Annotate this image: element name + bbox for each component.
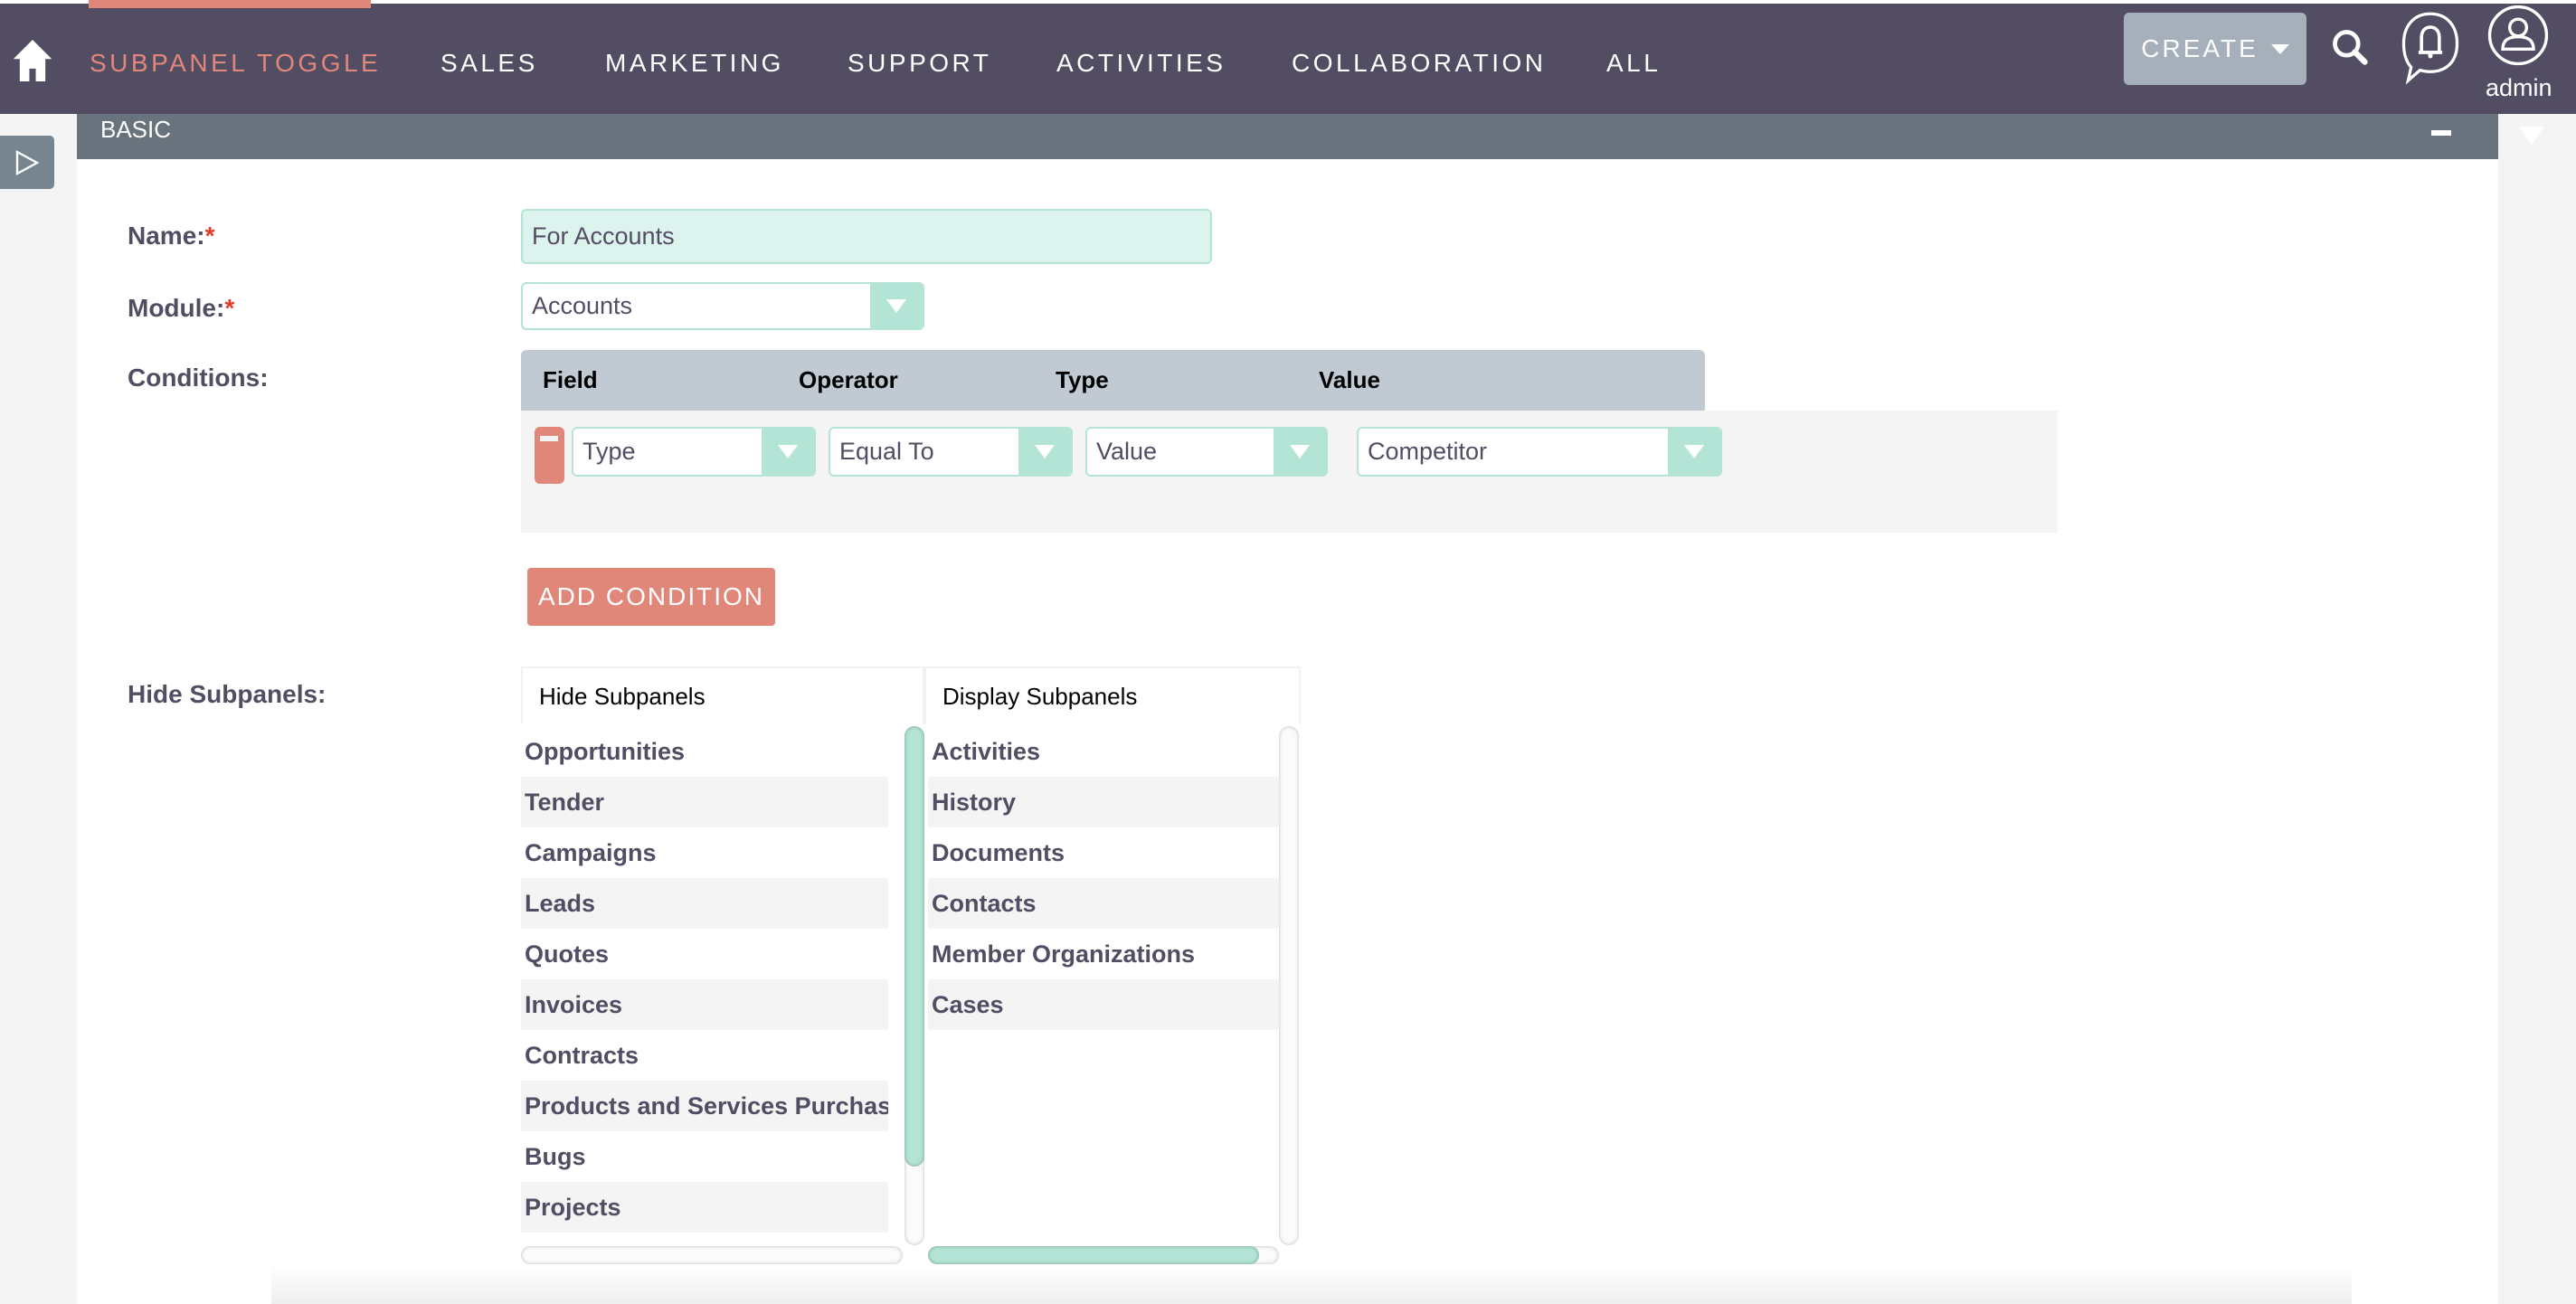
hide-subpanel-item[interactable]: Quotes (521, 929, 888, 979)
dropdown-arrow-icon (1274, 429, 1326, 475)
nav-subpanel-toggle[interactable]: SUBPANEL TOGGLE (90, 49, 381, 78)
user-name[interactable]: admin (2486, 74, 2552, 102)
col-type: Type (1056, 366, 1109, 393)
module-select-value: Accounts (532, 292, 633, 319)
hide-subpanel-item[interactable]: Bugs (521, 1131, 888, 1182)
nav-collaboration[interactable]: COLLABORATION (1292, 49, 1546, 78)
nav-marketing[interactable]: MARKETING (605, 49, 784, 78)
required-asterisk: * (224, 294, 235, 322)
display-subpanel-item[interactable]: Member Organizations (928, 929, 1279, 979)
caret-down-icon (2270, 43, 2289, 54)
active-tab-indicator (89, 0, 371, 8)
collapse-minus-icon[interactable] (2431, 130, 2451, 136)
hide-subpanels-header: Hide Subpanels (521, 666, 924, 724)
add-condition-button[interactable]: ADD CONDITION (527, 568, 775, 626)
panel-title: BASIC (100, 116, 172, 143)
sidebar-toggle-button[interactable] (0, 136, 54, 189)
name-label: Name:* (128, 222, 215, 250)
search-icon[interactable] (2330, 27, 2370, 67)
play-triangle-icon (15, 149, 40, 175)
col-field: Field (543, 366, 598, 393)
conditions-label: Conditions: (128, 364, 269, 392)
hide-subpanel-item[interactable]: Projects (521, 1182, 888, 1233)
condition-type-value: Value (1096, 438, 1158, 465)
nav-all[interactable]: ALL (1606, 49, 1661, 78)
module-select[interactable]: Accounts (521, 282, 924, 330)
display-subpanel-item[interactable]: Contacts (928, 878, 1279, 929)
hide-subpanel-item[interactable]: Leads (521, 878, 888, 929)
conditions-header (521, 350, 1705, 411)
condition-field-select[interactable]: Type (572, 427, 816, 477)
hide-list-scroll-thumb[interactable] (904, 726, 924, 1167)
dropdown-arrow-icon (1668, 429, 1720, 475)
col-value: Value (1319, 366, 1380, 393)
minus-icon (540, 436, 558, 441)
user-avatar-icon[interactable] (2487, 4, 2549, 67)
right-gutter (2498, 114, 2576, 1304)
condition-type-select[interactable]: Value (1085, 427, 1328, 477)
condition-value-select[interactable]: Competitor (1357, 427, 1722, 477)
module-label: Module:* (128, 294, 235, 322)
col-operator: Operator (799, 366, 898, 393)
display-subpanel-item[interactable]: Cases (928, 979, 1279, 1030)
left-gutter (0, 114, 77, 1304)
home-icon[interactable] (13, 40, 52, 81)
create-button[interactable]: CREATE (2124, 13, 2306, 85)
hide-list-horizontal-scrollbar[interactable] (521, 1246, 903, 1264)
notifications-bell-icon[interactable] (2401, 11, 2460, 85)
display-subpanel-item[interactable]: History (928, 777, 1279, 827)
condition-operator-select[interactable]: Equal To (829, 427, 1073, 477)
dropdown-arrow-icon (762, 429, 814, 475)
create-label: CREATE (2141, 34, 2259, 62)
nav-sales[interactable]: SALES (440, 49, 538, 78)
panel-header[interactable] (77, 114, 2498, 159)
display-subpanel-item[interactable]: Documents (928, 827, 1279, 878)
condition-value-value: Competitor (1368, 438, 1488, 465)
display-subpanels-header: Display Subpanels (924, 666, 1301, 724)
hide-subpanel-item[interactable]: Contracts (521, 1030, 888, 1081)
hide-subpanel-item[interactable]: Opportunities (521, 726, 888, 777)
condition-operator-value: Equal To (839, 438, 934, 465)
bottom-shadow (271, 1266, 2352, 1304)
nav-activities[interactable]: ACTIVITIES (1056, 49, 1226, 78)
nav-support[interactable]: SUPPORT (848, 49, 991, 78)
remove-condition-button[interactable] (535, 427, 564, 484)
required-asterisk: * (204, 222, 215, 250)
name-input[interactable] (521, 209, 1212, 264)
display-list-vertical-scrollbar[interactable] (1279, 726, 1299, 1245)
hide-subpanel-item[interactable]: Products and Services Purchased (521, 1081, 888, 1131)
hide-subpanel-item[interactable]: Campaigns (521, 827, 888, 878)
display-subpanel-item[interactable]: Activities (928, 726, 1279, 777)
hide-subpanel-item[interactable]: Invoices (521, 979, 888, 1030)
hide-subpanels-label: Hide Subpanels: (128, 680, 327, 708)
caret-down-icon[interactable] (2519, 127, 2544, 145)
condition-field-value: Type (582, 438, 636, 465)
dropdown-arrow-icon (870, 284, 923, 328)
dropdown-arrow-icon (1018, 429, 1071, 475)
hide-subpanel-item[interactable]: Tender (521, 777, 888, 827)
display-list-horizontal-thumb[interactable] (928, 1246, 1259, 1264)
